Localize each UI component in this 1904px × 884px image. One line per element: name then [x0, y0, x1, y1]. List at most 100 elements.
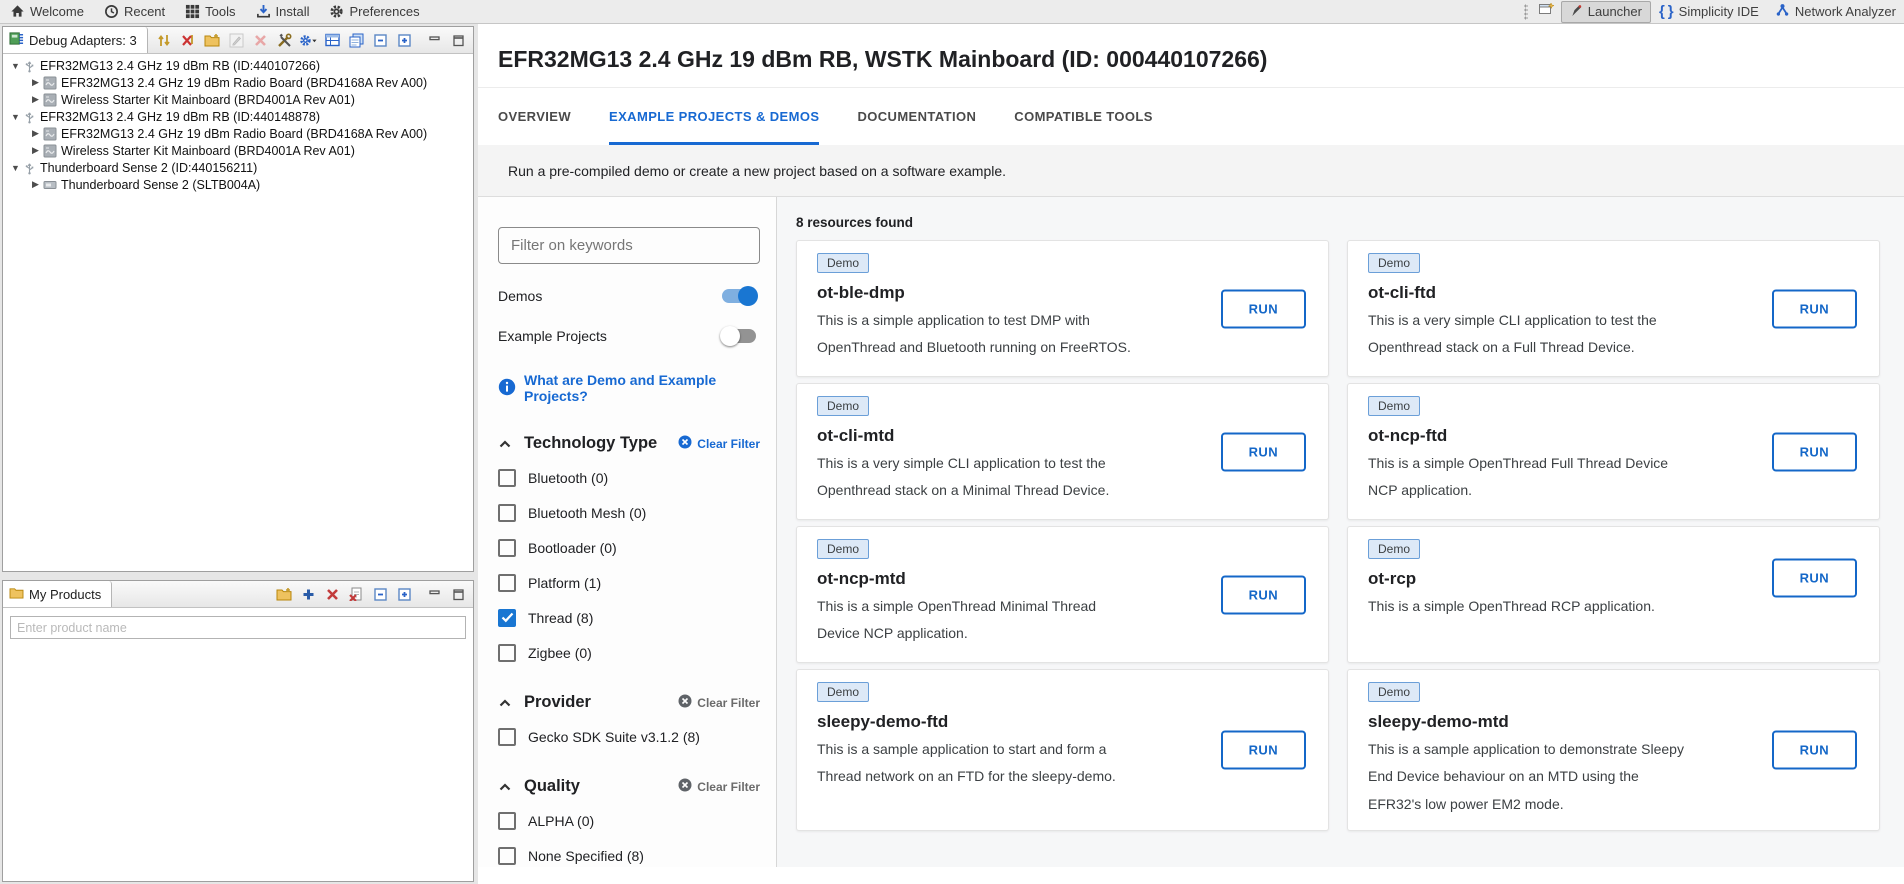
rename-icon[interactable] — [227, 32, 245, 49]
demo-badge: Demo — [817, 539, 869, 559]
open-perspective-button[interactable] — [1532, 1, 1561, 22]
expander-icon[interactable]: ▼ — [10, 61, 21, 71]
product-search-input[interactable] — [10, 616, 466, 639]
debug-adapters-title: Debug Adapters: 3 — [29, 33, 137, 48]
technology-clear-filter[interactable]: Clear Filter — [678, 435, 760, 452]
keyword-filter-input[interactable] — [498, 227, 760, 264]
tree-label: Thunderboard Sense 2 (ID:440156211) — [40, 161, 257, 175]
help-link-label: What are Demo and Example Projects? — [524, 372, 760, 404]
run-button[interactable]: RUN — [1221, 432, 1306, 471]
provider-clear-filter[interactable]: Clear Filter — [678, 694, 760, 711]
checkbox-none-specified[interactable] — [498, 847, 516, 865]
maximize-panel-icon[interactable] — [449, 32, 467, 49]
expander-icon[interactable]: ▼ — [10, 112, 21, 122]
checkbox-gecko-sdk[interactable] — [498, 728, 516, 746]
debug-adapters-tab[interactable]: Debug Adapters: 3 — [3, 27, 148, 53]
tree-row[interactable]: ▶ Thunderboard Sense 2 (SLTB004A) — [3, 176, 473, 193]
subheader-text: Run a pre-compiled demo or create a new … — [508, 163, 1006, 179]
expander-icon[interactable]: ▶ — [30, 145, 41, 156]
run-button[interactable]: RUN — [1772, 730, 1857, 769]
demos-toggle[interactable] — [722, 289, 756, 303]
menu-recent[interactable]: Recent — [94, 0, 175, 24]
disconnect-adapter-icon[interactable] — [179, 32, 197, 49]
new-group-folder-icon[interactable] — [203, 32, 221, 49]
filter-item-thread: Thread (8) — [498, 607, 760, 628]
checkbox-bootloader[interactable] — [498, 539, 516, 557]
maximize-panel-icon[interactable] — [449, 586, 467, 603]
expander-icon[interactable]: ▶ — [30, 77, 41, 88]
checkbox-platform[interactable] — [498, 574, 516, 592]
chevron-up-icon[interactable] — [498, 697, 512, 709]
remove-all-products-icon[interactable] — [347, 586, 365, 603]
perspective-network-analyzer[interactable]: Network Analyzer — [1767, 1, 1904, 23]
remove-product-icon[interactable] — [323, 586, 341, 603]
tree-row[interactable]: ▼ EFR32MG13 2.4 GHz 19 dBm RB (ID:440148… — [3, 108, 473, 125]
new-product-folder-icon[interactable] — [275, 586, 293, 603]
menu-install[interactable]: Install — [246, 0, 320, 24]
filter-item-label: Thread (8) — [528, 610, 593, 626]
minimize-panel-icon[interactable] — [425, 32, 443, 49]
expander-icon[interactable]: ▼ — [10, 163, 21, 173]
page-title: EFR32MG13 2.4 GHz 19 dBm RB, WSTK Mainbo… — [478, 24, 1904, 88]
table-view-icon[interactable] — [323, 32, 341, 49]
run-button[interactable]: RUN — [1221, 289, 1306, 328]
copy-view-icon[interactable] — [347, 32, 365, 49]
minimize-panel-icon[interactable] — [425, 586, 443, 603]
quality-clear-filter[interactable]: Clear Filter — [678, 778, 760, 795]
run-button[interactable]: RUN — [1772, 432, 1857, 471]
tree-row[interactable]: ▼ EFR32MG13 2.4 GHz 19 dBm RB (ID:440107… — [3, 57, 473, 74]
example-projects-toggle[interactable] — [722, 329, 756, 343]
tab-compatible-tools[interactable]: COMPATIBLE TOOLS — [1014, 88, 1153, 145]
my-products-tab[interactable]: My Products — [3, 581, 112, 607]
checkbox-bluetooth[interactable] — [498, 469, 516, 487]
expander-icon[interactable]: ▶ — [30, 94, 41, 105]
run-button[interactable]: RUN — [1221, 575, 1306, 614]
run-button[interactable]: RUN — [1772, 559, 1857, 598]
collapse-all-icon[interactable] — [371, 586, 389, 603]
connect-adapter-icon[interactable] — [155, 32, 173, 49]
tree-row[interactable]: ▼ Thunderboard Sense 2 (ID:440156211) — [3, 159, 473, 176]
tree-row[interactable]: ▶ EFR32MG13 2.4 GHz 19 dBm Radio Board (… — [3, 74, 473, 91]
filter-item-label: ALPHA (0) — [528, 813, 594, 829]
expander-icon[interactable]: ▶ — [30, 179, 41, 190]
perspective-simplicity-ide[interactable]: { } Simplicity IDE — [1651, 1, 1767, 23]
delete-icon[interactable] — [251, 32, 269, 49]
collapse-all-icon[interactable] — [371, 32, 389, 49]
add-product-icon[interactable] — [299, 586, 317, 603]
tab-documentation[interactable]: DOCUMENTATION — [857, 88, 976, 145]
menu-welcome[interactable]: Welcome — [0, 0, 94, 24]
checkbox-zigbee[interactable] — [498, 644, 516, 662]
tree-row[interactable]: ▶ Wireless Starter Kit Mainboard (BRD400… — [3, 91, 473, 108]
tree-row[interactable]: ▶ EFR32MG13 2.4 GHz 19 dBm Radio Board (… — [3, 125, 473, 142]
example-projects-toggle-row: Example Projects — [498, 328, 760, 344]
mainboard-icon — [43, 144, 57, 158]
demo-example-help-link[interactable]: What are Demo and Example Projects? — [498, 372, 760, 404]
my-products-toolbar — [112, 581, 473, 607]
chevron-up-icon[interactable] — [498, 781, 512, 793]
checkbox-thread[interactable] — [498, 609, 516, 627]
tab-example-projects-demos[interactable]: EXAMPLE PROJECTS & DEMOS — [609, 88, 819, 145]
chevron-up-icon[interactable] — [498, 438, 512, 450]
perspective-label: Network Analyzer — [1795, 4, 1896, 19]
top-menubar: Welcome Recent Tools Install Preferences… — [0, 0, 1904, 24]
expander-icon[interactable]: ▶ — [30, 128, 41, 139]
menu-preferences[interactable]: Preferences — [319, 0, 429, 24]
expand-all-icon[interactable] — [395, 32, 413, 49]
tab-overview[interactable]: OVERVIEW — [498, 88, 571, 145]
filter-item-zigbee: Zigbee (0) — [498, 642, 760, 663]
resource-title: sleepy-demo-mtd — [1368, 712, 1859, 732]
adapter-settings-gear-icon[interactable] — [299, 32, 317, 49]
checkbox-alpha[interactable] — [498, 812, 516, 830]
usb-adapter-icon — [23, 161, 36, 175]
device-tools-icon[interactable] — [275, 32, 293, 49]
menu-tools[interactable]: Tools — [175, 0, 245, 24]
run-button[interactable]: RUN — [1221, 730, 1306, 769]
filter-item-bluetooth: Bluetooth (0) — [498, 467, 760, 488]
run-button[interactable]: RUN — [1772, 289, 1857, 328]
mainboard-icon — [43, 93, 57, 107]
expand-all-icon[interactable] — [395, 586, 413, 603]
tree-row[interactable]: ▶ Wireless Starter Kit Mainboard (BRD400… — [3, 142, 473, 159]
resource-card-sleepy-demo-ftd: Demo sleepy-demo-ftd This is a sample ap… — [796, 669, 1329, 831]
perspective-launcher[interactable]: Launcher — [1561, 1, 1651, 23]
checkbox-bluetooth-mesh[interactable] — [498, 504, 516, 522]
